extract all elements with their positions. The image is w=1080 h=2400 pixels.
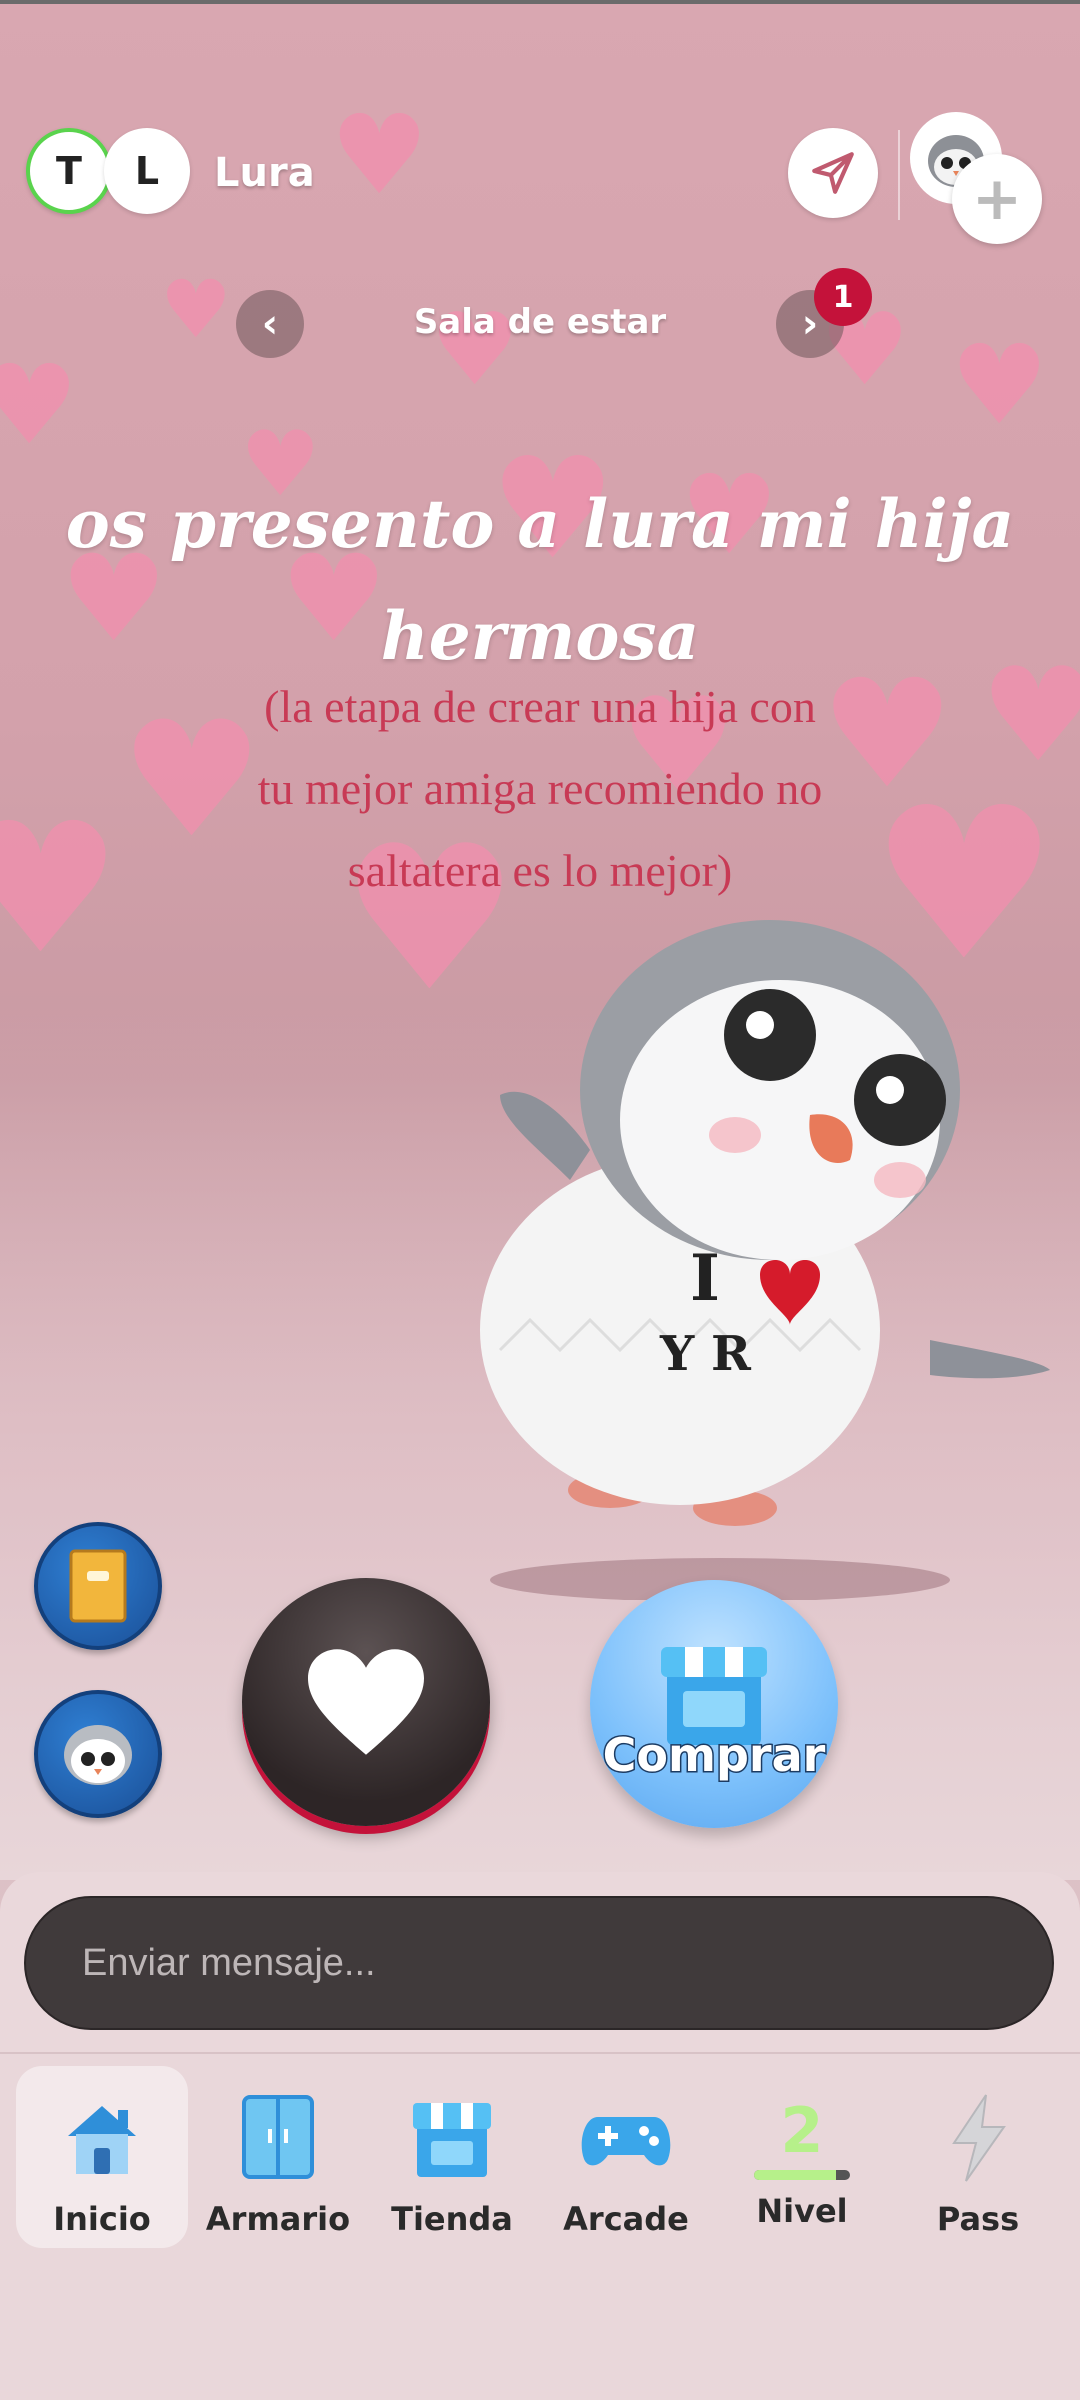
prev-room-button[interactable]: ‹: [236, 290, 304, 358]
nav-nivel[interactable]: 2 Nivel: [716, 2066, 888, 2248]
send-button[interactable]: [788, 128, 878, 218]
chevron-left-icon: ‹: [261, 301, 279, 347]
gamepad-icon: [581, 2117, 671, 2166]
penguin-icon: [64, 1725, 132, 1785]
owner-avatar-l[interactable]: L: [104, 128, 190, 214]
owner-avatar-t[interactable]: T: [26, 128, 112, 214]
wardrobe-icon: [242, 2095, 314, 2179]
message-placeholder: Enviar mensaje...: [82, 1941, 376, 1984]
nav-arcade[interactable]: Arcade: [540, 2066, 712, 2248]
penguin-pet[interactable]: I Y R: [460, 880, 1060, 1600]
wall-subtitle: (la etapa de crear una hija con tu mejor…: [257, 681, 823, 896]
room-title: Sala de estar: [413, 302, 667, 342]
lightning-icon: [952, 2094, 1006, 2182]
pet-profile-button[interactable]: [34, 1690, 162, 1818]
buy-label: Comprar: [601, 1727, 827, 1784]
level-number: 2: [780, 2094, 824, 2167]
buy-button[interactable]: Comprar: [590, 1580, 838, 1828]
pet-name: Lura: [214, 150, 315, 196]
plus-icon: +: [971, 164, 1023, 234]
nav-pass[interactable]: Pass: [892, 2066, 1064, 2248]
home-icon: [68, 2106, 136, 2174]
message-input[interactable]: Enviar mensaje...: [24, 1896, 1054, 2030]
svg-text:Y R: Y R: [659, 1326, 752, 1382]
nav-inicio[interactable]: Inicio: [16, 2066, 188, 2248]
level-progress-bar: [754, 2170, 850, 2180]
header-divider: [898, 130, 900, 220]
notification-badge: 1: [814, 268, 872, 326]
wall-title: os presento a lura mi hija hermosa: [65, 485, 1015, 675]
nav-armario[interactable]: Armario: [192, 2066, 364, 2248]
diary-button[interactable]: [34, 1522, 162, 1650]
book-icon: [69, 1549, 127, 1623]
nav-tienda[interactable]: Tienda: [366, 2066, 538, 2248]
add-friend-button[interactable]: +: [952, 154, 1042, 244]
heart-icon: [308, 1649, 424, 1755]
shop-icon: [413, 2103, 491, 2177]
love-button[interactable]: [242, 1578, 490, 1826]
send-icon: [812, 152, 854, 194]
